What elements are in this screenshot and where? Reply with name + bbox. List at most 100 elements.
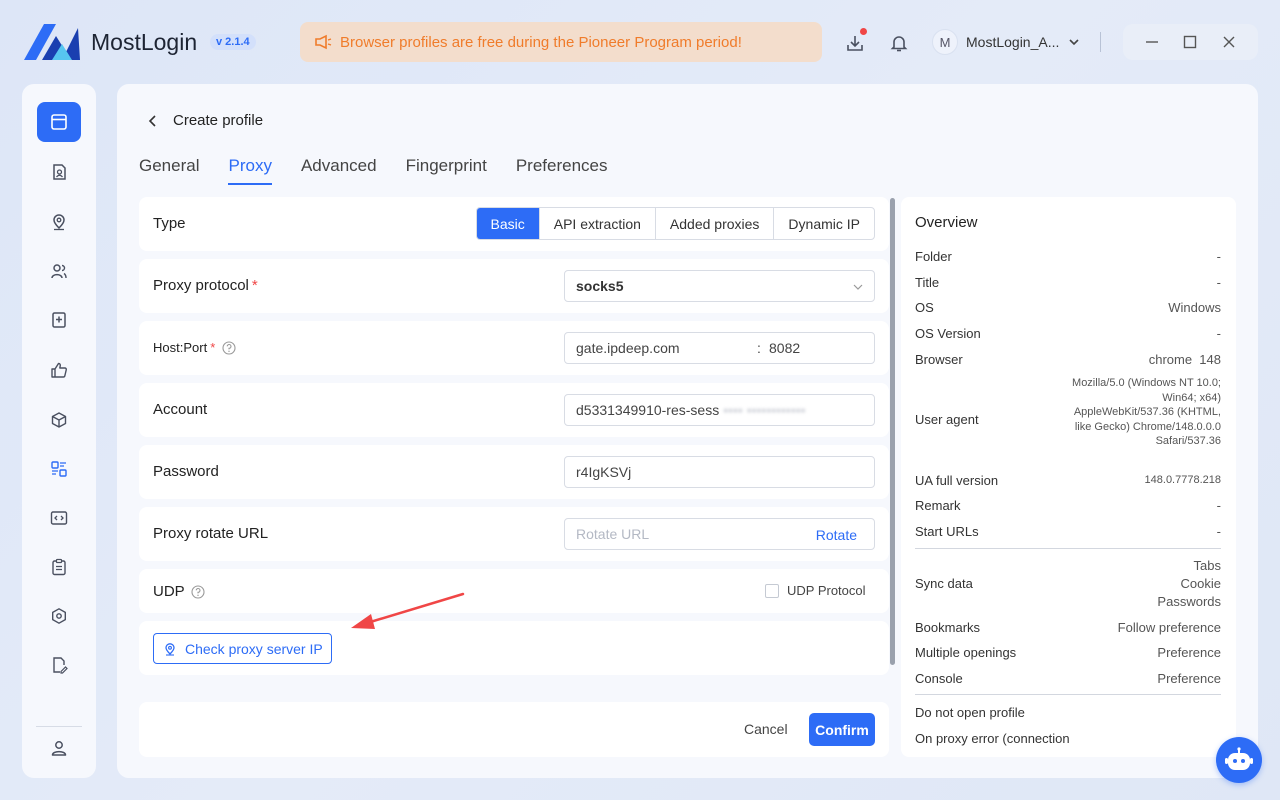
check-proxy-row: Check proxy server IP (139, 621, 889, 675)
type-option-added-proxies[interactable]: Added proxies (654, 208, 774, 239)
protocol-select[interactable]: socks5 (564, 270, 875, 302)
cancel-button[interactable]: Cancel (744, 721, 788, 737)
users-icon (51, 264, 67, 279)
support-bot-button[interactable] (1216, 737, 1262, 783)
avatar: M (932, 29, 958, 55)
back-link[interactable]: Create profile (147, 112, 263, 129)
sidebar-item-recommend[interactable] (37, 350, 81, 390)
profile-doc-icon (53, 164, 66, 180)
promo-banner[interactable]: Browser profiles are free during the Pio… (300, 22, 822, 62)
sidebar-item-api[interactable] (37, 498, 81, 538)
udp-label: UDP (153, 583, 205, 600)
chevron-left-icon[interactable] (147, 114, 159, 128)
rotate-url-label: Proxy rotate URL (153, 525, 269, 542)
password-input[interactable]: r4IgKSVj (564, 456, 875, 488)
sidebar-item-bookmarks[interactable] (37, 300, 81, 340)
password-value: r4IgKSVj (576, 464, 632, 480)
title-bar: MostLogin v 2.1.4 Browser profiles are f… (0, 0, 1280, 84)
account-input[interactable]: d5331349910-res-sess •••• •••••••••••• (564, 394, 875, 426)
sidebar-item-profile-doc[interactable] (37, 152, 81, 192)
tab-advanced[interactable]: Advanced (301, 156, 377, 184)
help-icon[interactable] (191, 584, 205, 599)
minimize-icon[interactable] (1145, 35, 1159, 49)
tab-general[interactable]: General (139, 156, 199, 184)
type-option-api-extraction[interactable]: API extraction (538, 208, 655, 239)
overview-panel: Overview Folder - Title - OS Windows OS Ver… (901, 197, 1236, 757)
host-input[interactable]: gate.ipdeep.com (576, 340, 757, 356)
sidebar-item-account[interactable] (37, 728, 81, 768)
account-value: d5331349910-res-sess (576, 402, 720, 418)
sidebar-item-extensions[interactable] (37, 400, 81, 440)
sidebar-item-workspace[interactable] (37, 449, 81, 489)
browser-window-icon (51, 114, 67, 130)
password-label: Password (153, 463, 219, 480)
required-mark: * (210, 340, 216, 355)
version-badge: v 2.1.4 (210, 34, 256, 50)
rotate-url-input[interactable]: Rotate URL Rotate (564, 518, 875, 550)
megaphone-icon (315, 34, 332, 50)
close-icon[interactable] (1222, 35, 1236, 49)
required-mark: * (251, 277, 258, 294)
notifications-button[interactable] (888, 32, 910, 54)
proxy-form: Type Basic API extraction Added proxies … (139, 197, 889, 677)
page-title: Create profile (173, 112, 264, 129)
bell-icon (890, 36, 908, 52)
user-menu[interactable]: M MostLogin_A... (932, 28, 1081, 56)
maximize-icon[interactable] (1183, 35, 1197, 49)
host-port-separator: : (757, 340, 761, 356)
sidebar-divider (36, 726, 82, 727)
overview-divider (915, 548, 1221, 549)
sidebar-item-browser-profiles[interactable] (37, 102, 81, 142)
check-proxy-label: Check proxy server IP (185, 640, 323, 657)
protocol-value: socks5 (576, 278, 624, 294)
host-port-field: gate.ipdeep.com : 8082 (564, 332, 875, 364)
hostport-row: Host:Port * gate.ipdeep.com : 8082 (139, 321, 889, 375)
document-edit-icon (53, 657, 68, 674)
type-option-basic[interactable]: Basic (476, 208, 539, 239)
cube-icon (51, 412, 67, 428)
rotate-url-placeholder: Rotate URL (576, 526, 650, 542)
sidebar-item-team[interactable] (37, 251, 81, 291)
annotation-arrow (351, 592, 465, 629)
account-row: Account d5331349910-res-sess •••• •••••••… (139, 383, 889, 437)
udp-checkbox-label: UDP Protocol (787, 583, 866, 598)
sidebar-item-logs[interactable] (37, 547, 81, 587)
tab-proxy[interactable]: Proxy (228, 156, 273, 185)
confirm-button[interactable]: Confirm (809, 713, 875, 746)
sidebar-item-notes[interactable] (37, 645, 81, 685)
main-panel: Create profile General Proxy Advanced Fi… (117, 84, 1258, 778)
type-option-dynamic-ip[interactable]: Dynamic IP (773, 208, 874, 239)
robot-icon (1225, 747, 1253, 770)
mostlogin-logo (24, 24, 80, 60)
chevron-down-icon (853, 284, 863, 290)
account-label: Account (153, 401, 208, 418)
port-input[interactable]: 8082 (769, 340, 800, 356)
download-icon (847, 36, 863, 51)
type-segmented-control: Basic API extraction Added proxies Dynam… (475, 207, 875, 240)
account-value-masked: •••• •••••••••••• (723, 402, 806, 418)
udp-checkbox[interactable]: UDP Protocol (765, 583, 866, 598)
sidebar-item-settings[interactable] (37, 596, 81, 636)
rotate-button[interactable]: Rotate (816, 527, 857, 543)
rotate-url-row: Proxy rotate URL Rotate URL Rotate (139, 507, 889, 561)
password-row: Password r4IgKSVj (139, 445, 889, 499)
settings-hex-icon (52, 608, 66, 624)
notification-dot (860, 28, 867, 35)
udp-checkbox-box[interactable] (765, 583, 779, 598)
form-scrollbar[interactable] (890, 198, 895, 665)
code-window-icon (50, 511, 68, 525)
location-pin-icon (53, 214, 65, 231)
sidebar-item-proxies[interactable] (37, 202, 81, 242)
form-footer: Cancel Confirm (139, 702, 889, 757)
download-button[interactable] (844, 28, 867, 54)
help-icon[interactable] (222, 340, 236, 355)
user-name: MostLogin_A... (966, 34, 1060, 50)
tab-preferences[interactable]: Preferences (516, 156, 608, 184)
overview-divider (915, 694, 1221, 695)
check-proxy-button[interactable]: Check proxy server IP (153, 633, 332, 664)
window-controls (1123, 24, 1258, 60)
app-name: MostLogin (91, 29, 198, 55)
tab-fingerprint[interactable]: Fingerprint (406, 156, 487, 184)
type-label: Type (153, 215, 186, 232)
banner-text: Browser profiles are free during the Pio… (340, 33, 742, 51)
